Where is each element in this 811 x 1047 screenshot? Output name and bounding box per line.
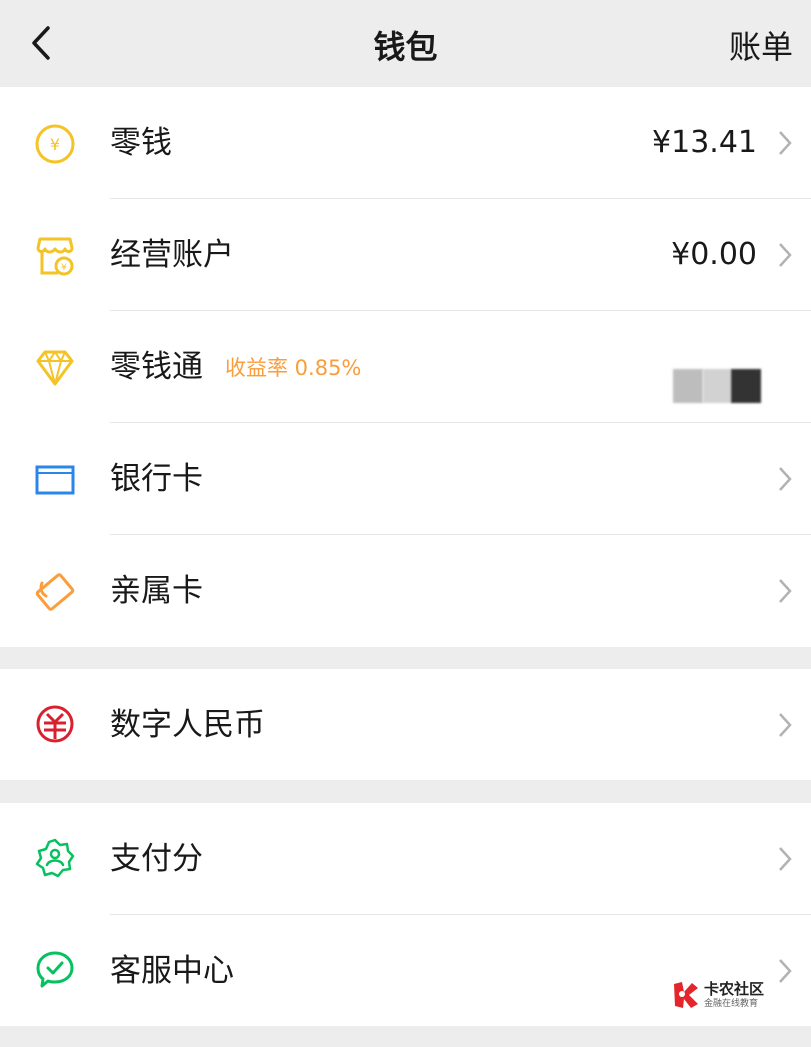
customer-service-icon: [36, 951, 74, 988]
row-label: 零钱: [110, 125, 172, 161]
chevron-right-icon: [779, 959, 792, 983]
row-bank-card[interactable]: 银行卡: [0, 423, 811, 535]
row-pay-score[interactable]: 支付分: [0, 803, 811, 915]
row-change[interactable]: ¥ 零钱 ¥13.41: [0, 87, 811, 199]
diamond-icon: [36, 350, 74, 386]
yuan-coin-icon: ¥: [35, 124, 75, 164]
navigation-bar: 钱包 账单: [0, 0, 811, 86]
watermark-title: 卡农社区: [704, 980, 765, 998]
chevron-right-icon: [779, 579, 792, 603]
pay-score-icon: [35, 838, 75, 878]
row-label: 支付分: [110, 841, 203, 877]
chevron-right-icon: [779, 467, 792, 491]
bank-card-icon: [35, 465, 75, 495]
chevron-right-icon: [779, 847, 792, 871]
kanong-logo-icon: [674, 982, 698, 1008]
svg-text:¥: ¥: [61, 263, 67, 273]
watermark-subtitle: 金融在线教育: [704, 999, 759, 1009]
row-lingqiantong[interactable]: 零钱通 收益率 0.85%: [0, 311, 811, 423]
chevron-right-icon: [779, 131, 792, 155]
yield-rate: 收益率 0.85%: [225, 356, 362, 380]
row-label: 零钱通: [110, 349, 203, 385]
row-label: 银行卡: [110, 461, 203, 497]
digital-rmb-icon: [36, 705, 74, 743]
watermark: 卡农社区 金融在线教育: [672, 980, 772, 1012]
redacted-balance: [673, 369, 763, 403]
chevron-right-icon: [779, 713, 792, 737]
row-label: 经营账户: [110, 237, 234, 273]
page-title: 钱包: [373, 28, 438, 66]
chevron-right-icon: [779, 243, 792, 267]
store-icon: ¥: [36, 237, 74, 276]
balance-value: ¥13.41: [652, 125, 757, 160]
digital-rmb-group: 数字人民币: [0, 669, 811, 780]
row-family-card[interactable]: 亲属卡: [0, 535, 811, 647]
svg-text:¥: ¥: [50, 135, 60, 154]
row-label: 亲属卡: [110, 573, 203, 609]
balance-value: ¥0.00: [671, 237, 757, 272]
row-business-account[interactable]: ¥ 经营账户 ¥0.00: [0, 199, 811, 311]
wallet-main-group: ¥ 零钱 ¥13.41 ¥ 经营账户 ¥0.00 零钱通 收益率 0.85% 银…: [0, 87, 811, 647]
row-digital-rmb[interactable]: 数字人民币: [0, 669, 811, 780]
row-label: 数字人民币: [110, 707, 265, 743]
bill-button[interactable]: 账单: [729, 22, 793, 68]
family-card-icon: [35, 573, 75, 611]
row-label: 客服中心: [110, 953, 234, 989]
